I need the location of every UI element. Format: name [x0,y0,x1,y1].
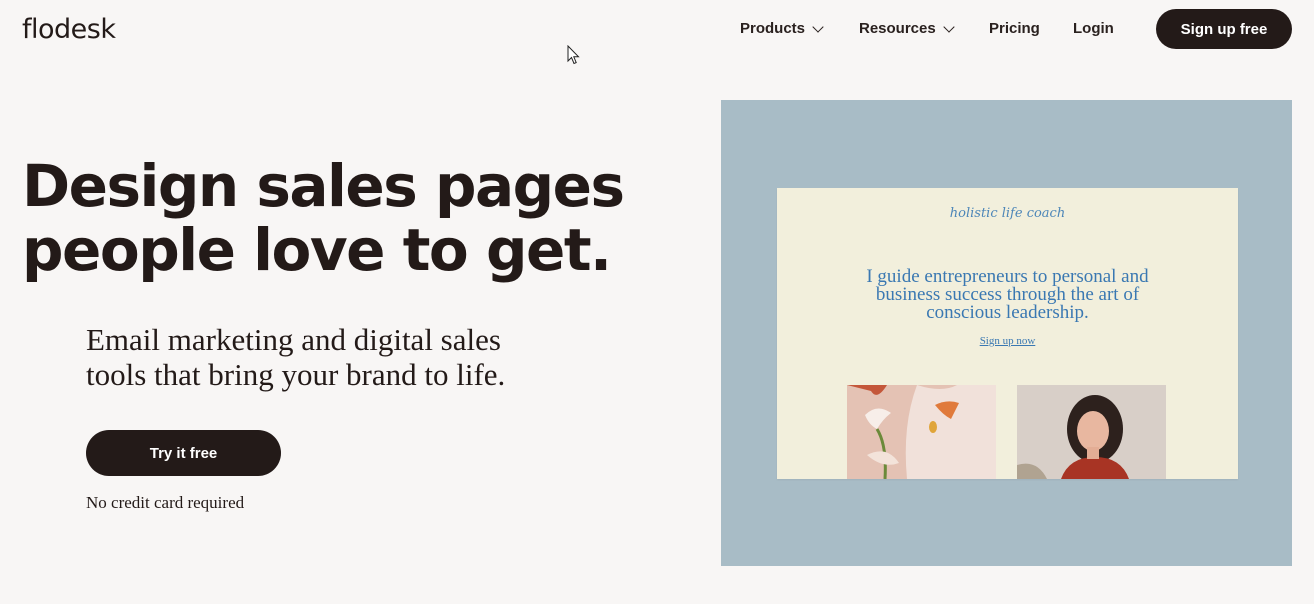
preview-photo-flower [847,385,996,479]
flower-photo-art [847,385,996,479]
hero-headline: Design sales pages people love to get. [22,154,662,282]
subhead-line-2: tools that bring your brand to life. [86,357,506,392]
nav-pricing[interactable]: Pricing [989,20,1040,37]
preview-body: I guide entrepreneurs to personal and bu… [847,267,1168,323]
headline-line-2: people love to get. [22,216,612,284]
nav-login[interactable]: Login [1073,20,1114,37]
nav-login-label: Login [1073,20,1114,37]
chevron-down-icon [943,20,955,33]
chevron-down-icon [812,20,824,33]
nav-products-label: Products [740,20,806,37]
preview-card: holistic life coach I guide entrepreneur… [777,188,1238,479]
subhead-line-1: Email marketing and digital sales [86,322,501,357]
preview-body-line-3: conscious leadership. [926,302,1089,323]
headline-line-1: Design sales pages [22,152,625,220]
page: flodesk Products Resources Pricing Login… [0,0,1314,604]
mouse-cursor-icon [567,45,580,65]
nav-pricing-label: Pricing [989,20,1040,37]
portrait-photo-art [1017,385,1166,479]
nav-resources-label: Resources [859,20,936,37]
signup-button[interactable]: Sign up free [1156,9,1292,49]
nav-resources[interactable]: Resources [859,20,955,37]
preview-signup-link[interactable]: Sign up now [777,335,1238,347]
sales-page-preview: holistic life coach I guide entrepreneur… [721,100,1292,566]
main-nav: Products Resources Pricing Login Sign up… [0,0,1314,60]
preview-tagline: holistic life coach [949,206,1066,221]
hero-subhead: Email marketing and digital sales tools … [86,322,626,392]
try-it-free-button[interactable]: Try it free [86,430,281,476]
nav-products[interactable]: Products [740,20,824,37]
preview-photo-portrait [1017,385,1166,479]
no-credit-card-note: No credit card required [86,493,245,512]
